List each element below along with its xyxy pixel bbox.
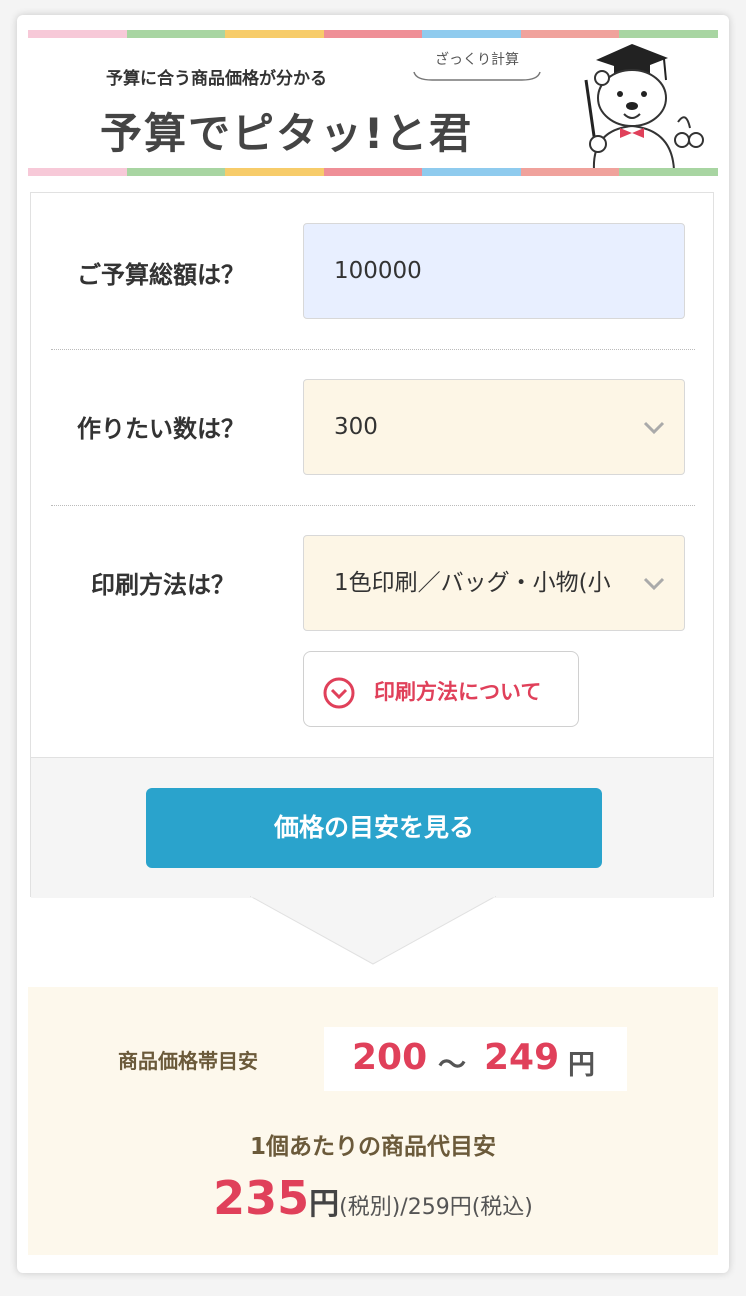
budget-input-value: 100000	[334, 258, 422, 284]
stripe-segment	[422, 30, 521, 38]
print-method-select-value: 1色印刷／バッグ・小物(小	[334, 570, 611, 596]
price-range-label: 商品価格帯目安	[118, 1049, 258, 1073]
stripe-segment	[28, 30, 127, 38]
header-title: 予算でピタッ!と君	[100, 109, 474, 158]
print-method-select[interactable]: 1色印刷／バッグ・小物(小	[303, 535, 685, 631]
unit-price-value: 235	[213, 1171, 310, 1225]
price-range-separator: ～	[438, 1048, 467, 1081]
show-price-button[interactable]: 価格の目安を見る	[146, 788, 602, 868]
row-divider	[51, 505, 695, 506]
chevron-down-icon	[642, 572, 666, 594]
price-range-unit: 円	[568, 1050, 595, 1081]
stripe-segment	[225, 30, 324, 38]
color-stripe-top	[28, 30, 719, 38]
stripe-segment	[126, 30, 226, 38]
stripe-segment	[323, 168, 423, 176]
stripe-segment	[520, 30, 620, 38]
chevron-down-icon	[643, 421, 665, 435]
down-arrow-pointer	[250, 896, 496, 965]
stripe-segment	[619, 168, 719, 176]
header-badge: ざっくり計算	[435, 52, 519, 68]
quantity-select-value: 300	[334, 414, 378, 440]
quantity-label: 作りたい数は？	[77, 415, 245, 443]
stripe-segment	[619, 30, 719, 38]
budget-input[interactable]: 100000	[303, 223, 685, 319]
stripe-segment	[126, 168, 226, 176]
badge-bracket-icon	[413, 71, 541, 81]
submit-area: 価格の目安を見る	[31, 757, 713, 898]
about-print-method-button[interactable]: 印刷方法について	[303, 651, 579, 727]
price-range-min: 200	[352, 1037, 428, 1078]
stripe-segment	[28, 168, 127, 176]
header-banner: 予算に合う商品価格が分かる ざっくり計算 予算でピタッ!と君	[28, 30, 719, 176]
unit-price-tax-detail: (税別)/259円(税込)	[339, 1195, 533, 1220]
per-item-price: 235円(税別)/259円(税込)	[28, 1171, 718, 1225]
stripe-segment	[520, 168, 620, 176]
unit-price-yen: 円	[309, 1187, 340, 1222]
result-panel: 商品価格帯目安 200 ～ 249 円 1個あたりの商品代目安 235円(税別)…	[28, 987, 718, 1255]
price-range-box: 200 ～ 249 円	[324, 1027, 627, 1091]
price-range-max: 249	[484, 1037, 560, 1078]
print-method-label: 印刷方法は？	[91, 571, 235, 599]
row-divider	[51, 349, 695, 350]
per-item-label: 1個あたりの商品代目安	[249, 1134, 496, 1160]
budget-form: ご予算総額は？ 100000 作りたい数は？ 300 印刷方法は？ 1色印刷／バ…	[30, 192, 714, 898]
budget-label: ご予算総額は？	[77, 261, 245, 289]
circle-chevron-down-icon	[323, 677, 355, 709]
mascot-bear-professor-icon	[584, 44, 704, 170]
about-print-method-label: 印刷方法について	[374, 680, 542, 704]
color-stripe-bottom	[28, 168, 719, 176]
stripe-segment	[225, 168, 324, 176]
quantity-select[interactable]: 300	[303, 379, 685, 475]
stripe-segment	[422, 168, 521, 176]
stripe-segment	[323, 30, 423, 38]
header-subtitle: 予算に合う商品価格が分かる	[106, 69, 327, 89]
